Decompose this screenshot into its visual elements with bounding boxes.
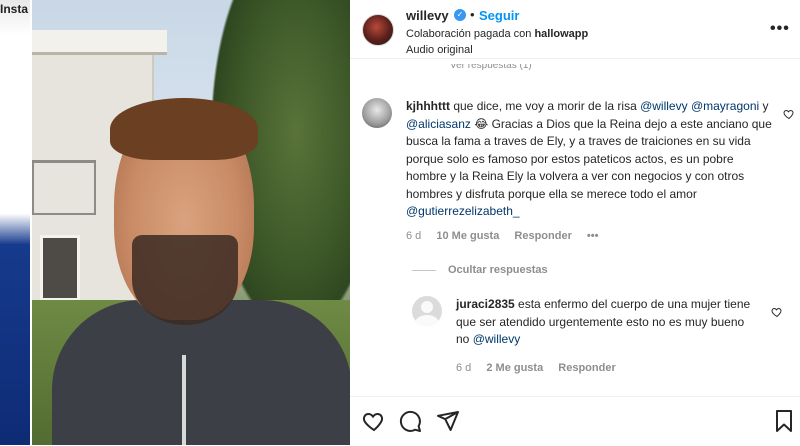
background-cut-text: Insta [0,2,29,16]
separator-dot: • [470,7,475,22]
more-options-button[interactable]: ••• [770,20,790,38]
avatar-head [421,301,433,313]
avatar-body [415,315,439,326]
comment-icon[interactable] [398,409,422,433]
paid-partnership-label: Colaboración pagada con [406,28,532,40]
background-left-strip: Insta [0,0,30,445]
share-icon[interactable] [436,409,460,433]
video-person-hair [110,98,258,160]
post-header: willevy ✓ • Seguir Colaboración pagada c… [350,0,800,59]
post-video[interactable] [32,0,350,445]
heart-icon[interactable] [362,409,386,433]
comment-options-button[interactable]: ••• [587,230,599,242]
mention-link[interactable]: @willevy [640,99,688,113]
post-actions-bar [350,396,800,446]
house-window [40,235,80,301]
partner-link[interactable]: hallowapp [534,28,588,40]
comment-text: kjhhhttt que dice, me voy a morir de la … [406,98,772,221]
replies-divider [412,269,436,271]
comments-panel: willevy ✓ • Seguir Colaboración pagada c… [350,0,800,445]
house-roof [32,30,167,55]
reply-reply-button[interactable]: Responder [558,362,615,374]
default-avatar-icon[interactable] [412,296,442,326]
audio-link[interactable]: Audio original [406,44,473,56]
video-person-beard [132,235,238,325]
author-avatar[interactable] [362,14,394,46]
mention-link[interactable]: @mayragoni [691,99,759,113]
follow-button[interactable]: Seguir [479,8,519,23]
comment-text-part: y [759,99,769,113]
heart-icon[interactable] [771,306,783,318]
author-username[interactable]: willevy [406,8,449,23]
mention-link[interactable]: @willevy [473,332,521,346]
verified-badge-icon: ✓ [454,9,466,21]
house-balcony [32,160,96,215]
commenter-username[interactable]: kjhhhttt [406,99,450,113]
comment-time: 6 d [406,230,422,242]
reply-time: 6 d [456,362,472,374]
mention-link[interactable]: @aliciasanz [406,117,471,131]
video-hood-string [182,355,186,445]
hide-replies-label: Ocultar respuestas [448,264,548,276]
mention-link[interactable]: @gutierrezelizabeth_ [406,204,520,218]
heart-icon[interactable] [783,108,795,120]
reply-username[interactable]: juraci2835 [456,297,515,311]
hide-replies-button[interactable]: Ocultar respuestas [412,264,548,276]
comment-likes[interactable]: 10 Me gusta [436,230,499,242]
background-image [0,0,30,445]
paid-partnership: Colaboración pagada con hallowapp [406,28,588,40]
comment-meta: 6 d 10 Me gusta Responder ••• [406,230,610,242]
commenter-avatar[interactable] [362,98,392,128]
comment-reply-button[interactable]: Responder [514,230,571,242]
laughing-emoji-icon: 😂 [474,116,489,131]
comment-text-part: que dice, me voy a morir de la risa [450,99,641,113]
reply-meta: 6 d 2 Me gusta Responder [456,362,628,374]
reply-text: juraci2835 esta enfermo del cuerpo de un… [456,296,756,349]
reply-likes[interactable]: 2 Me gusta [486,362,543,374]
bookmark-icon[interactable] [772,409,796,433]
view-replies-link[interactable]: Ver respuestas (1) [450,64,532,72]
